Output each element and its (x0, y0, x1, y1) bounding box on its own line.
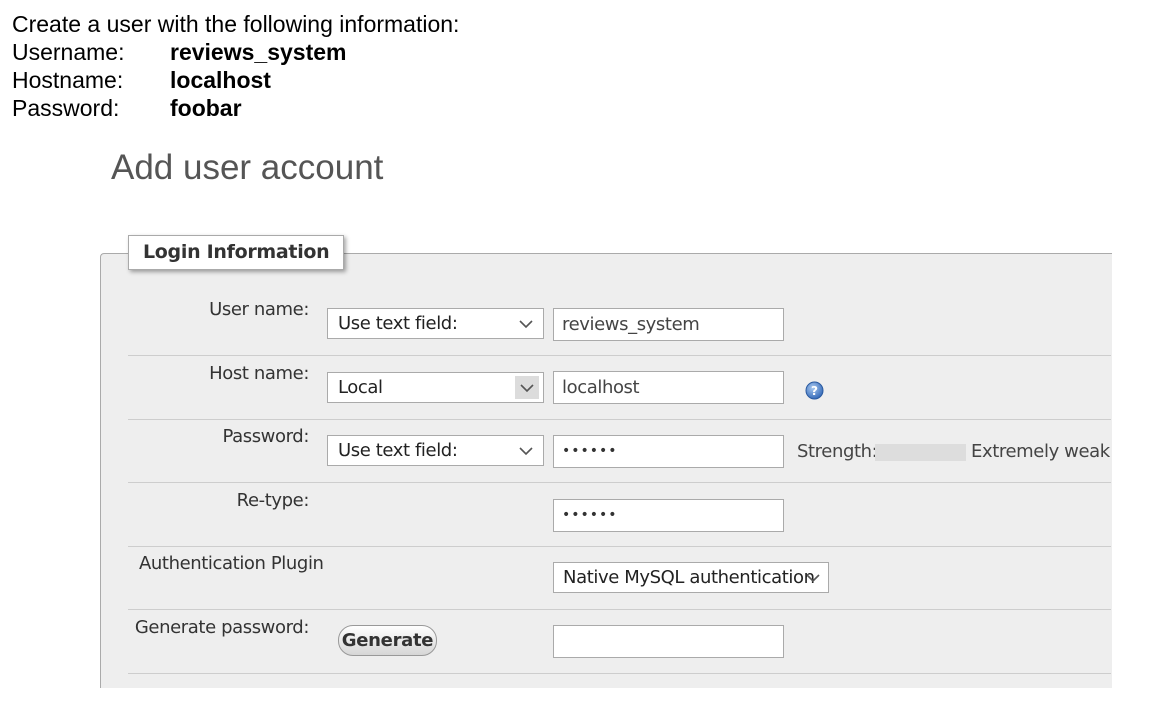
auth-plugin-select[interactable]: Native MySQL authentication (553, 562, 829, 593)
instructions-heading: Create a user with the following informa… (12, 11, 460, 37)
chevron-down-icon (519, 320, 533, 329)
strength-label: Strength: (797, 441, 878, 462)
host-name-type-select[interactable]: Local (327, 372, 544, 403)
row-divider (128, 355, 1111, 356)
host-name-input[interactable]: localhost (553, 371, 784, 404)
instructions-block: Create a user with the following informa… (12, 10, 459, 122)
instruction-key: Username: (12, 39, 125, 65)
retype-password-input[interactable]: •••••• (553, 499, 784, 532)
generated-password-input[interactable] (553, 625, 784, 658)
retype-label: Re-type: (236, 490, 310, 511)
instruction-row-username: Username: reviews_system (12, 38, 459, 66)
password-type-select[interactable]: Use text field: (327, 435, 544, 466)
instruction-value: foobar (170, 95, 242, 121)
user-name-input[interactable]: reviews_system (553, 308, 784, 341)
auth-plugin-value: Native MySQL authentication (563, 567, 815, 588)
svg-text:?: ? (811, 384, 818, 398)
password-label: Password: (222, 426, 309, 447)
instruction-row-password: Password: foobar (12, 94, 459, 122)
row-divider (128, 419, 1111, 420)
instruction-value: localhost (170, 67, 271, 93)
chevron-down-icon (519, 447, 533, 456)
user-name-type-select[interactable]: Use text field: (327, 308, 544, 339)
instruction-key: Password: (12, 95, 120, 121)
user-name-label: User name: (209, 299, 309, 320)
chevron-down-icon (806, 574, 820, 583)
strength-text: Extremely weak (971, 441, 1110, 462)
instruction-row-hostname: Hostname: localhost (12, 66, 459, 94)
row-divider (128, 546, 1111, 547)
row-divider (128, 482, 1111, 483)
password-input[interactable]: •••••• (553, 435, 784, 468)
help-icon[interactable]: ? (805, 381, 824, 400)
instruction-key: Hostname: (12, 67, 124, 93)
chevron-down-icon (515, 376, 539, 399)
fieldset-legend: Login Information (128, 235, 345, 270)
host-name-type-value: Local (338, 377, 383, 398)
user-name-type-value: Use text field: (338, 313, 458, 334)
host-name-label: Host name: (209, 363, 309, 384)
auth-plugin-label: Authentication Plugin (139, 553, 324, 574)
password-strength-meter (875, 444, 966, 461)
instruction-value: reviews_system (170, 39, 347, 65)
password-type-value: Use text field: (338, 440, 458, 461)
page-title: Add user account (111, 148, 384, 187)
row-divider (128, 609, 1111, 610)
row-divider (128, 673, 1111, 674)
generate-button[interactable]: Generate (338, 625, 437, 656)
generate-password-label: Generate password: (134, 617, 310, 638)
